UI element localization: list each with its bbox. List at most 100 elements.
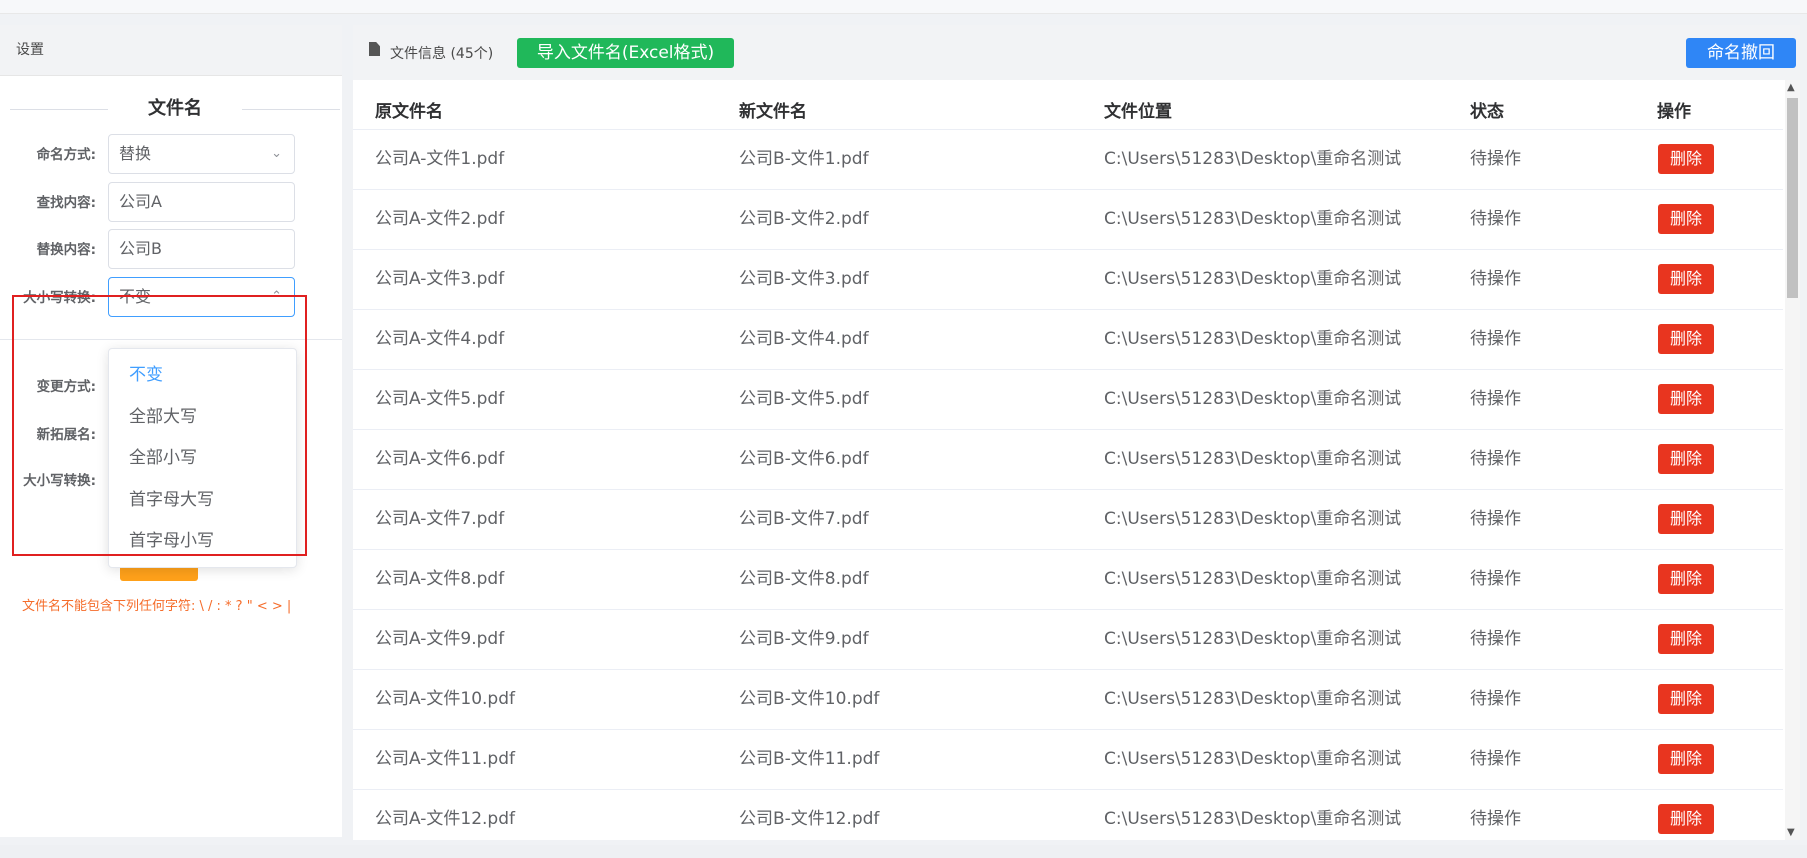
delete-button[interactable]: 删除 <box>1658 204 1714 234</box>
bottom-bar <box>0 845 1807 858</box>
chevron-down-icon: ⌄ <box>271 146 282 161</box>
new-filename-cell: 公司B-文件1.pdf <box>739 149 869 169</box>
status-cell: 待操作 <box>1470 749 1521 769</box>
file-panel: 文件信息 (45个) 导入文件名(Excel格式) 命名撤回 原文件名 新文件名… <box>353 25 1800 840</box>
naming-mode-select[interactable]: 替换 ⌄ <box>108 134 295 174</box>
status-cell: 待操作 <box>1470 689 1521 709</box>
delete-button[interactable]: 删除 <box>1658 384 1714 414</box>
delete-button[interactable]: 删除 <box>1658 264 1714 294</box>
table-row: 公司A-文件2.pdf 公司B-文件2.pdf C:\Users\51283\Des… <box>353 189 1783 249</box>
original-filename-cell: 公司A-文件1.pdf <box>375 149 505 169</box>
table-row: 公司A-文件5.pdf 公司B-文件5.pdf C:\Users\51283\Des… <box>353 369 1783 429</box>
file-location-cell: C:\Users\51283\Desktop\重命名测试 <box>1104 149 1402 169</box>
new-filename-cell: 公司B-文件11.pdf <box>739 749 880 769</box>
scroll-up-icon[interactable]: ▲ <box>1787 82 1795 93</box>
table-row: 公司A-文件12.pdf 公司B-文件12.pdf C:\Users\51283\D… <box>353 789 1783 849</box>
table-row: 公司A-文件10.pdf 公司B-文件10.pdf C:\Users\51283\D… <box>353 669 1783 729</box>
delete-button[interactable]: 删除 <box>1658 444 1714 474</box>
delete-button[interactable]: 删除 <box>1658 624 1714 654</box>
table-row: 公司A-文件3.pdf 公司B-文件3.pdf C:\Users\51283\Des… <box>353 249 1783 309</box>
replace-label: 替换内容: <box>36 242 96 258</box>
column-location: 文件位置 <box>1104 102 1172 122</box>
status-cell: 待操作 <box>1470 389 1521 409</box>
status-cell: 待操作 <box>1470 569 1521 589</box>
delete-button[interactable]: 删除 <box>1658 744 1714 774</box>
original-filename-cell: 公司A-文件6.pdf <box>375 449 505 469</box>
replace-input[interactable]: 公司B <box>108 229 295 269</box>
file-info-label: 文件信息 (45个) <box>390 46 494 62</box>
file-location-cell: C:\Users\51283\Desktop\重命名测试 <box>1104 569 1402 589</box>
new-filename-cell: 公司B-文件5.pdf <box>739 389 869 409</box>
import-excel-button[interactable]: 导入文件名(Excel格式) <box>517 38 734 68</box>
file-location-cell: C:\Users\51283\Desktop\重命名测试 <box>1104 509 1402 529</box>
status-cell: 待操作 <box>1470 809 1521 829</box>
section-title: 文件名 <box>108 95 242 123</box>
table-row: 公司A-文件4.pdf 公司B-文件4.pdf C:\Users\51283\Des… <box>353 309 1783 369</box>
file-location-cell: C:\Users\51283\Desktop\重命名测试 <box>1104 749 1402 769</box>
file-location-cell: C:\Users\51283\Desktop\重命名测试 <box>1104 269 1402 289</box>
original-filename-cell: 公司A-文件12.pdf <box>375 809 515 829</box>
status-cell: 待操作 <box>1470 209 1521 229</box>
table-row: 公司A-文件9.pdf 公司B-文件9.pdf C:\Users\51283\Des… <box>353 609 1783 669</box>
table-row: 公司A-文件6.pdf 公司B-文件6.pdf C:\Users\51283\Des… <box>353 429 1783 489</box>
original-filename-cell: 公司A-文件4.pdf <box>375 329 505 349</box>
original-filename-cell: 公司A-文件7.pdf <box>375 509 505 529</box>
status-cell: 待操作 <box>1470 449 1521 469</box>
replace-value: 公司B <box>119 239 162 258</box>
table-row: 公司A-文件7.pdf 公司B-文件7.pdf C:\Users\51283\Des… <box>353 489 1783 549</box>
find-value: 公司A <box>119 192 162 211</box>
new-filename-cell: 公司B-文件12.pdf <box>739 809 880 829</box>
original-filename-cell: 公司A-文件5.pdf <box>375 389 505 409</box>
file-location-cell: C:\Users\51283\Desktop\重命名测试 <box>1104 209 1402 229</box>
find-input[interactable]: 公司A <box>108 182 295 222</box>
delete-button[interactable]: 删除 <box>1658 564 1714 594</box>
delete-button[interactable]: 删除 <box>1658 504 1714 534</box>
original-filename-cell: 公司A-文件11.pdf <box>375 749 515 769</box>
delete-button[interactable]: 删除 <box>1658 324 1714 354</box>
delete-button[interactable]: 删除 <box>1658 684 1714 714</box>
file-location-cell: C:\Users\51283\Desktop\重命名测试 <box>1104 689 1402 709</box>
new-filename-cell: 公司B-文件3.pdf <box>739 269 869 289</box>
original-filename-cell: 公司A-文件8.pdf <box>375 569 505 589</box>
new-filename-cell: 公司B-文件6.pdf <box>739 449 869 469</box>
new-filename-cell: 公司B-文件10.pdf <box>739 689 880 709</box>
file-panel-header: 文件信息 (45个) 导入文件名(Excel格式) 命名撤回 <box>353 25 1800 80</box>
column-original-name: 原文件名 <box>375 102 443 122</box>
table-row: 公司A-文件11.pdf 公司B-文件11.pdf C:\Users\51283\D… <box>353 729 1783 789</box>
undo-rename-button[interactable]: 命名撤回 <box>1686 38 1796 68</box>
settings-panel: 设置 文件名 命名方式: 替换 ⌄ 查找内容: 公司A 替换内容: 公司B 大小… <box>0 25 342 837</box>
scroll-down-icon[interactable]: ▼ <box>1787 827 1795 838</box>
file-location-cell: C:\Users\51283\Desktop\重命名测试 <box>1104 449 1402 469</box>
table-row: 公司A-文件8.pdf 公司B-文件8.pdf C:\Users\51283\Des… <box>353 549 1783 609</box>
file-icon <box>369 42 380 56</box>
file-location-cell: C:\Users\51283\Desktop\重命名测试 <box>1104 329 1402 349</box>
filename-warning: 文件名不能包含下列任何字符: \ / : * ? " < > | <box>22 599 292 614</box>
column-status: 状态 <box>1470 102 1504 122</box>
original-filename-cell: 公司A-文件3.pdf <box>375 269 505 289</box>
original-filename-cell: 公司A-文件10.pdf <box>375 689 515 709</box>
top-bar <box>0 0 1807 14</box>
naming-mode-value: 替换 <box>119 144 152 163</box>
find-label: 查找内容: <box>36 195 96 211</box>
naming-mode-label: 命名方式: <box>36 147 96 163</box>
status-cell: 待操作 <box>1470 629 1521 649</box>
table-scrollbar[interactable]: ▲ ▼ <box>1785 80 1800 840</box>
table-row: 公司A-文件1.pdf 公司B-文件1.pdf C:\Users\51283\Des… <box>353 129 1783 189</box>
new-filename-cell: 公司B-文件2.pdf <box>739 209 869 229</box>
new-filename-cell: 公司B-文件9.pdf <box>739 629 869 649</box>
column-new-name: 新文件名 <box>739 102 807 122</box>
file-location-cell: C:\Users\51283\Desktop\重命名测试 <box>1104 809 1402 829</box>
highlight-box <box>12 295 307 556</box>
original-filename-cell: 公司A-文件2.pdf <box>375 209 505 229</box>
status-cell: 待操作 <box>1470 269 1521 289</box>
new-filename-cell: 公司B-文件4.pdf <box>739 329 869 349</box>
original-filename-cell: 公司A-文件9.pdf <box>375 629 505 649</box>
file-location-cell: C:\Users\51283\Desktop\重命名测试 <box>1104 389 1402 409</box>
scroll-thumb[interactable] <box>1787 98 1798 298</box>
file-location-cell: C:\Users\51283\Desktop\重命名测试 <box>1104 629 1402 649</box>
status-cell: 待操作 <box>1470 509 1521 529</box>
settings-title: 设置 <box>0 25 342 76</box>
status-cell: 待操作 <box>1470 329 1521 349</box>
delete-button[interactable]: 删除 <box>1658 804 1714 834</box>
delete-button[interactable]: 删除 <box>1658 144 1714 174</box>
